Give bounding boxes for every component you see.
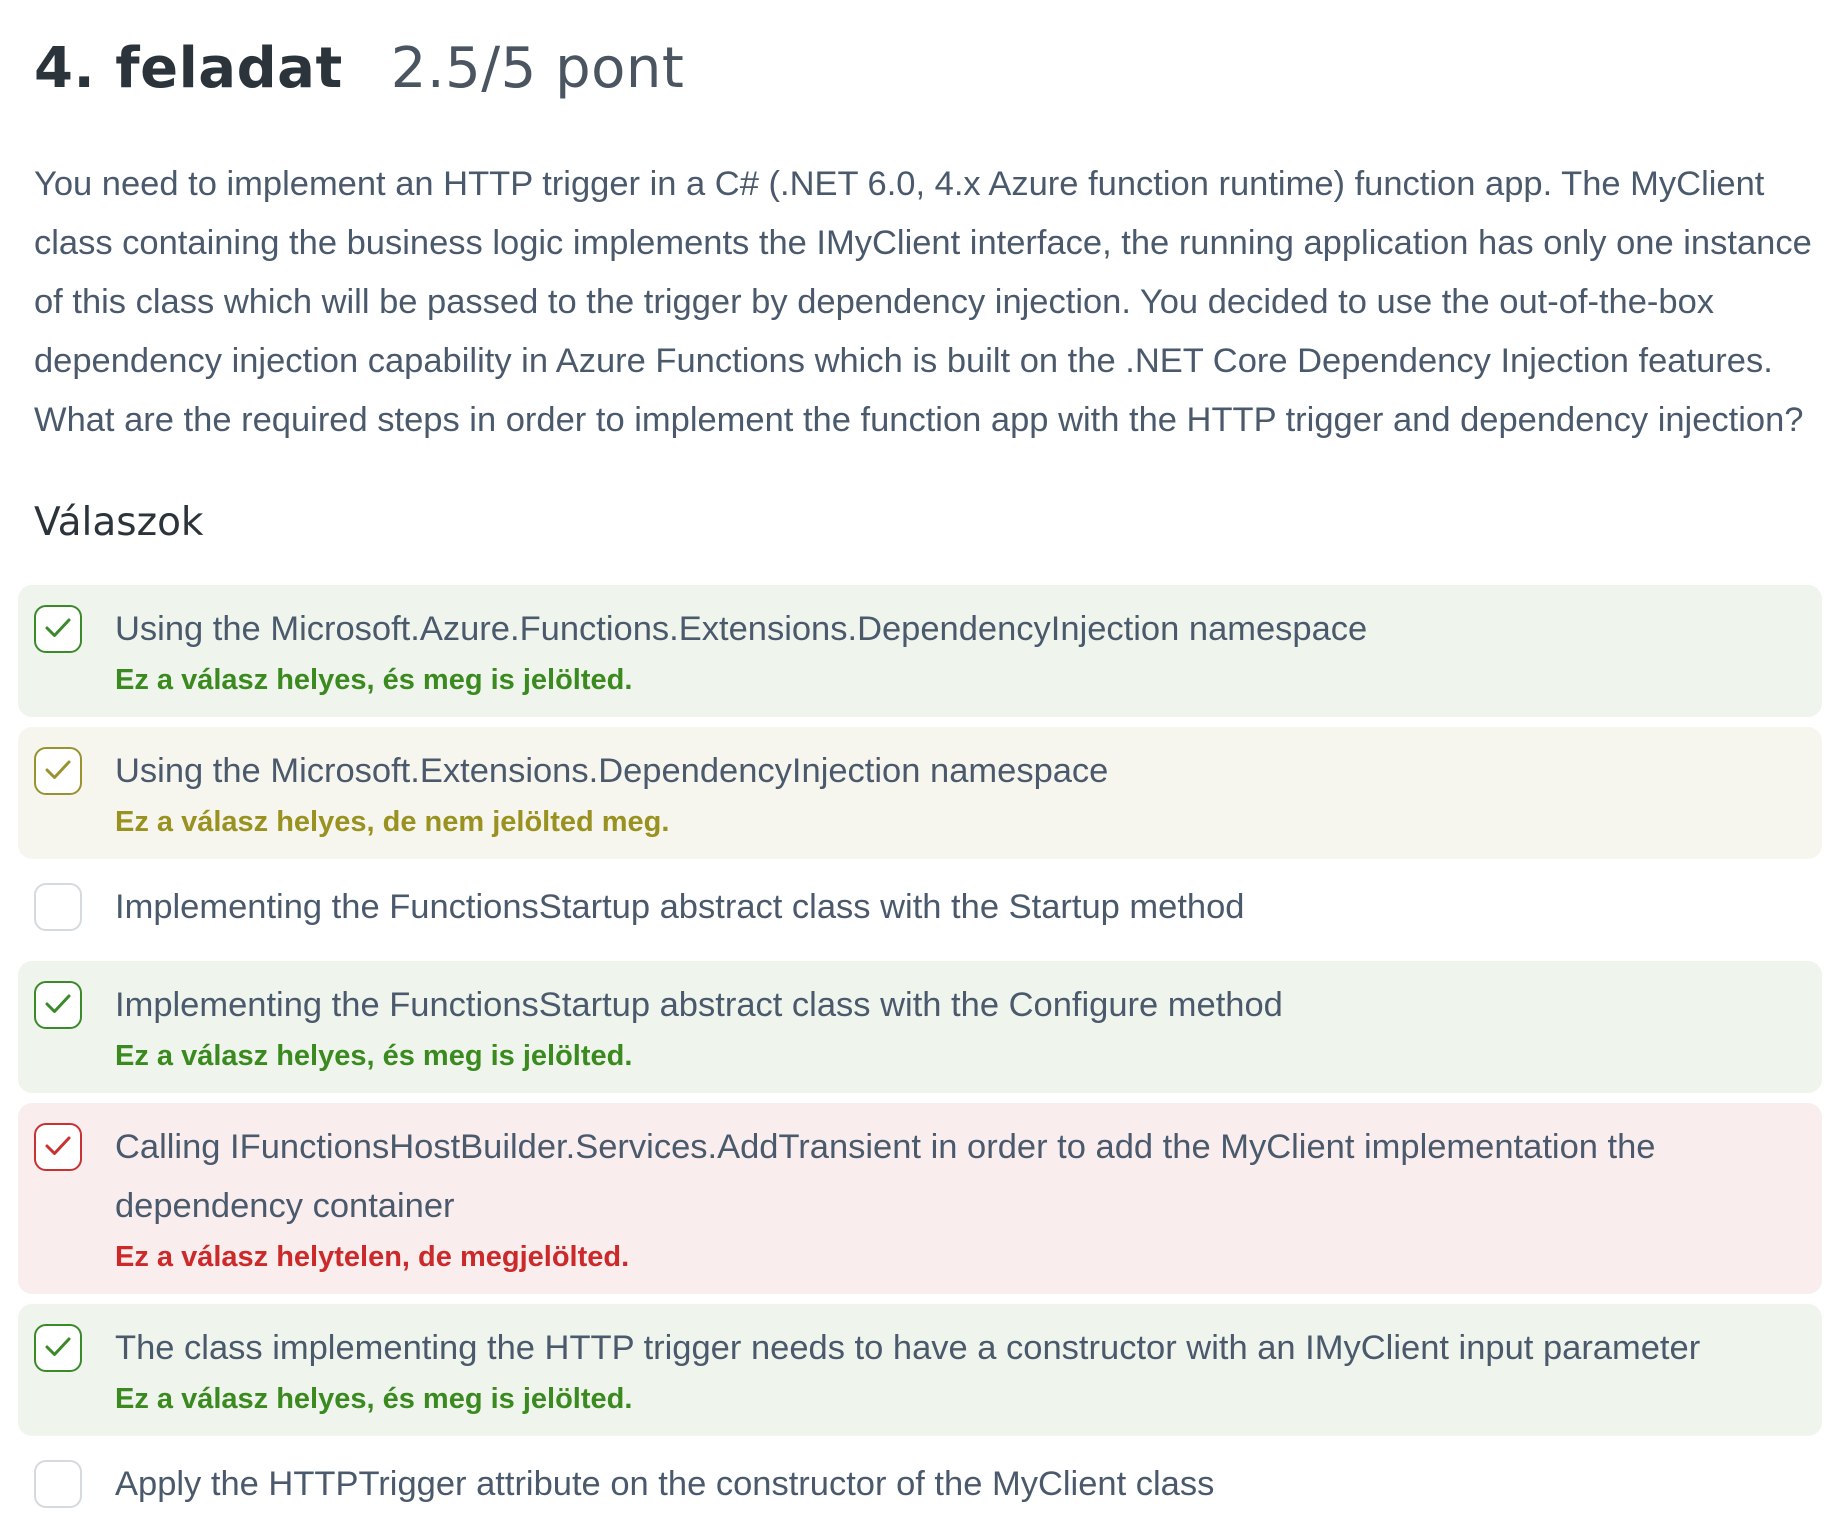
answer-option-2: Using the Microsoft.Extensions.Dependenc… [18,727,1822,859]
check-icon [45,1136,71,1155]
quiz-page: 4. feladat 2.5/5 pont You need to implem… [0,0,1840,1518]
answer-option-5: Calling IFunctionsHostBuilder.Services.A… [18,1103,1822,1294]
task-header: 4. feladat 2.5/5 pont [34,36,684,101]
answer-text: Using the Microsoft.Azure.Functions.Exte… [115,610,1368,648]
answer-text: Using the Microsoft.Extensions.Dependenc… [115,752,1109,790]
answer-feedback: Ez a válasz helyes, de nem jelölted meg. [115,806,670,838]
task-title: 4. feladat [34,36,343,101]
answer-feedback: Ez a válasz helyes, és meg is jelölted. [115,1383,633,1415]
answer-checkbox[interactable] [34,1324,82,1372]
answer-option-1: Using the Microsoft.Azure.Functions.Exte… [18,585,1822,717]
answer-text: Implementing the FunctionsStartup abstra… [115,986,1283,1024]
answer-checkbox[interactable] [34,981,82,1029]
task-score: 2.5/5 pont [390,36,685,101]
answer-text: Calling IFunctionsHostBuilder.Services.A… [115,1128,1656,1225]
answer-checkbox[interactable] [34,1460,82,1508]
answer-feedback: Ez a válasz helyes, és meg is jelölted. [115,664,633,696]
answer-checkbox[interactable] [34,605,82,653]
answer-option-3: Implementing the FunctionsStartup abstra… [18,869,1822,951]
answers-heading: Válaszok [34,500,204,545]
answer-feedback: Ez a válasz helytelen, de megjelölted. [115,1241,630,1273]
answer-checkbox[interactable] [34,1123,82,1171]
check-icon [45,618,71,637]
check-icon [45,1337,71,1356]
answers-list: Using the Microsoft.Azure.Functions.Exte… [18,585,1822,1538]
answer-option-4: Implementing the FunctionsStartup abstra… [18,961,1822,1093]
answer-text: Apply the HTTPTrigger attribute on the c… [115,1465,1215,1503]
answer-text: The class implementing the HTTP trigger … [115,1329,1701,1367]
check-icon [45,760,71,779]
answer-option-7: Apply the HTTPTrigger attribute on the c… [18,1446,1822,1528]
answer-text: Implementing the FunctionsStartup abstra… [115,888,1245,926]
answer-checkbox[interactable] [34,747,82,795]
answer-feedback: Ez a válasz helyes, és meg is jelölted. [115,1040,633,1072]
answer-option-6: The class implementing the HTTP trigger … [18,1304,1822,1436]
check-icon [45,994,71,1013]
question-text: You need to implement an HTTP trigger in… [34,165,1812,439]
answer-checkbox[interactable] [34,883,82,931]
